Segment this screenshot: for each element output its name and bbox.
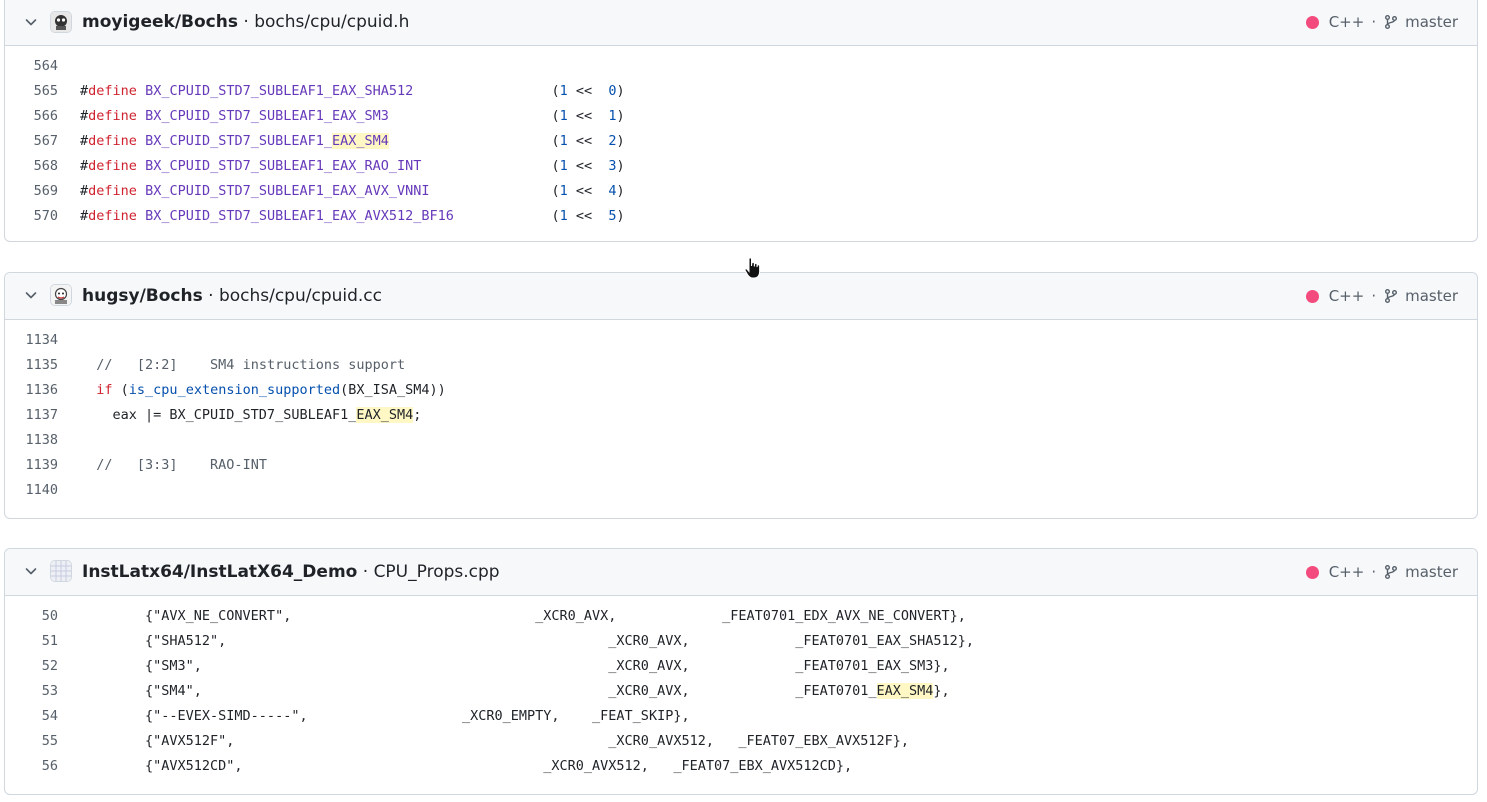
- code-line: 53 {"SM4", _XCR0_AVX, _FEAT0701_EAX_SM4}…: [5, 679, 1477, 704]
- code-line: 50 {"AVX_NE_CONVERT", _XCR0_AVX, _FEAT07…: [5, 604, 1477, 629]
- language-label: C++: [1328, 13, 1365, 31]
- result-header: InstLatx64/InstLatX64_Demo · CPU_Props.c…: [5, 549, 1477, 596]
- line-number[interactable]: 1139: [5, 453, 58, 478]
- language-color-dot: [1305, 289, 1319, 303]
- line-content: if (is_cpu_extension_supported(BX_ISA_SM…: [96, 382, 446, 398]
- language-label: C++: [1328, 563, 1365, 581]
- file-path-link[interactable]: CPU_Props.cpp: [374, 562, 500, 582]
- result-header: hugsy/Bochs · bochs/cpu/cpuid.cc C++ · m…: [5, 273, 1477, 320]
- line-number[interactable]: 570: [5, 204, 58, 229]
- search-result-card: InstLatx64/InstLatX64_Demo · CPU_Props.c…: [4, 548, 1478, 795]
- language-label: C++: [1328, 287, 1365, 305]
- result-meta: C++ · master: [1305, 273, 1458, 319]
- line-content: {"SHA512", _XCR0_AVX, _FEAT0701_EAX_SHA5…: [80, 633, 975, 649]
- line-content: {"AVX512F", _XCR0_AVX512, _FEAT07_EBX_AV…: [80, 733, 910, 749]
- line-number[interactable]: 566: [5, 104, 58, 129]
- line-content: #define BX_CPUID_STD7_SUBLEAF1_EAX_RAO_I…: [80, 158, 625, 174]
- line-number[interactable]: 52: [5, 654, 58, 679]
- line-content: {"SM4", _XCR0_AVX, _FEAT0701_EAX_SM4},: [80, 683, 950, 699]
- hand-cursor-icon: [744, 257, 761, 279]
- file-path-link[interactable]: bochs/cpu/cpuid.cc: [219, 286, 382, 306]
- repo-avatar[interactable]: [51, 12, 71, 32]
- line-number[interactable]: 56: [5, 754, 58, 779]
- line-content: #define BX_CPUID_STD7_SUBLEAF1_EAX_AVX51…: [80, 208, 625, 224]
- line-number[interactable]: 53: [5, 679, 58, 704]
- language-color-dot: [1305, 15, 1319, 29]
- code-line: 569 #define BX_CPUID_STD7_SUBLEAF1_EAX_AV…: [5, 179, 1477, 204]
- chevron-down-icon[interactable]: [23, 14, 39, 30]
- code-line: 570 #define BX_CPUID_STD7_SUBLEAF1_EAX_AV…: [5, 204, 1477, 229]
- search-result-card: hugsy/Bochs · bochs/cpu/cpuid.cc C++ · m…: [4, 272, 1478, 519]
- line-content: // [3:3] RAO-INT: [96, 457, 267, 473]
- code-line: 52 {"SM3", _XCR0_AVX, _FEAT0701_EAX_SM3}…: [5, 654, 1477, 679]
- result-title: moyigeek/Bochs · bochs/cpu/cpuid.h: [82, 12, 410, 32]
- line-content: #define BX_CPUID_STD7_SUBLEAF1_EAX_SM4 (…: [80, 133, 625, 149]
- line-number[interactable]: 1134: [5, 328, 58, 353]
- branch-label[interactable]: master: [1405, 13, 1458, 31]
- code-line: 1139 // [3:3] RAO-INT: [5, 453, 1477, 478]
- code-line: 1135 // [2:2] SM4 instructions support: [5, 353, 1477, 378]
- line-content: {"AVX_NE_CONVERT", _XCR0_AVX, _FEAT0701_…: [80, 608, 966, 624]
- line-content: {"--EVEX-SIMD-----", _XCR0_EMPTY, _FEAT_…: [80, 708, 690, 724]
- git-branch-icon: [1385, 565, 1398, 579]
- line-number[interactable]: 1138: [5, 428, 58, 453]
- code-snippet: 564 565 #define BX_CPUID_STD7_SUBLEAF1_EA…: [5, 46, 1477, 229]
- chevron-down-icon[interactable]: [23, 287, 39, 303]
- result-meta: C++ · master: [1305, 0, 1458, 45]
- code-line: 1136 if (is_cpu_extension_supported(BX_I…: [5, 378, 1477, 403]
- code-line: 1140: [5, 478, 1477, 503]
- line-content: #define BX_CPUID_STD7_SUBLEAF1_EAX_SM3 (…: [80, 108, 625, 124]
- code-line: 568 #define BX_CPUID_STD7_SUBLEAF1_EAX_RA…: [5, 154, 1477, 179]
- code-line: 1137 eax |= BX_CPUID_STD7_SUBLEAF1_EAX_S…: [5, 403, 1477, 428]
- code-line: 51 {"SHA512", _XCR0_AVX, _FEAT0701_EAX_S…: [5, 629, 1477, 654]
- code-line: 56 {"AVX512CD", _XCR0_AVX512, _FEAT07_EB…: [5, 754, 1477, 779]
- line-content: eax |= BX_CPUID_STD7_SUBLEAF1_EAX_SM4;: [80, 407, 422, 423]
- code-snippet: 1134 1135 // [2:2] SM4 instructions supp…: [5, 320, 1477, 503]
- line-content: {"AVX512CD", _XCR0_AVX512, _FEAT07_EBX_A…: [80, 758, 853, 774]
- result-meta: C++ · master: [1305, 549, 1458, 595]
- line-number[interactable]: 51: [5, 629, 58, 654]
- branch-label[interactable]: master: [1405, 563, 1458, 581]
- line-number[interactable]: 567: [5, 129, 58, 154]
- line-number[interactable]: 565: [5, 79, 58, 104]
- code-line: 54 {"--EVEX-SIMD-----", _XCR0_EMPTY, _FE…: [5, 704, 1477, 729]
- code-line: 567 #define BX_CPUID_STD7_SUBLEAF1_EAX_SM…: [5, 129, 1477, 154]
- result-title: InstLatx64/InstLatX64_Demo · CPU_Props.c…: [82, 562, 500, 582]
- line-content: #define BX_CPUID_STD7_SUBLEAF1_EAX_SHA51…: [80, 83, 625, 99]
- line-content: {"SM3", _XCR0_AVX, _FEAT0701_EAX_SM3},: [80, 658, 950, 674]
- repo-avatar[interactable]: [51, 561, 71, 581]
- repo-avatar[interactable]: [51, 285, 71, 305]
- line-number[interactable]: 1137: [5, 403, 58, 428]
- code-snippet: 50 {"AVX_NE_CONVERT", _XCR0_AVX, _FEAT07…: [5, 596, 1477, 779]
- line-number[interactable]: 564: [5, 54, 58, 79]
- search-result-card: moyigeek/Bochs · bochs/cpu/cpuid.h C++ ·…: [4, 0, 1478, 242]
- git-branch-icon: [1385, 289, 1398, 303]
- code-line: 565 #define BX_CPUID_STD7_SUBLEAF1_EAX_SH…: [5, 79, 1477, 104]
- line-number[interactable]: 568: [5, 154, 58, 179]
- line-content: #define BX_CPUID_STD7_SUBLEAF1_EAX_AVX_V…: [80, 183, 625, 199]
- line-number[interactable]: 55: [5, 729, 58, 754]
- repo-link[interactable]: moyigeek/Bochs: [82, 12, 238, 32]
- code-line: 55 {"AVX512F", _XCR0_AVX512, _FEAT07_EBX…: [5, 729, 1477, 754]
- line-number[interactable]: 50: [5, 604, 58, 629]
- chevron-down-icon[interactable]: [23, 563, 39, 579]
- line-number[interactable]: 1140: [5, 478, 58, 503]
- git-branch-icon: [1385, 15, 1398, 29]
- file-path-link[interactable]: bochs/cpu/cpuid.h: [254, 12, 409, 32]
- result-title: hugsy/Bochs · bochs/cpu/cpuid.cc: [82, 286, 382, 306]
- code-line: 564: [5, 54, 1477, 79]
- line-content: // [2:2] SM4 instructions support: [96, 357, 406, 373]
- line-number[interactable]: 1135: [5, 353, 58, 378]
- line-number[interactable]: 1136: [5, 378, 58, 403]
- line-number[interactable]: 54: [5, 704, 58, 729]
- code-line: 566 #define BX_CPUID_STD7_SUBLEAF1_EAX_SM…: [5, 104, 1477, 129]
- code-line: 1134: [5, 328, 1477, 353]
- line-number[interactable]: 569: [5, 179, 58, 204]
- language-color-dot: [1305, 565, 1319, 579]
- repo-link[interactable]: hugsy/Bochs: [82, 286, 203, 306]
- branch-label[interactable]: master: [1405, 287, 1458, 305]
- repo-link[interactable]: InstLatx64/InstLatX64_Demo: [82, 562, 357, 582]
- code-line: 1138: [5, 428, 1477, 453]
- result-header: moyigeek/Bochs · bochs/cpu/cpuid.h C++ ·…: [5, 0, 1477, 46]
